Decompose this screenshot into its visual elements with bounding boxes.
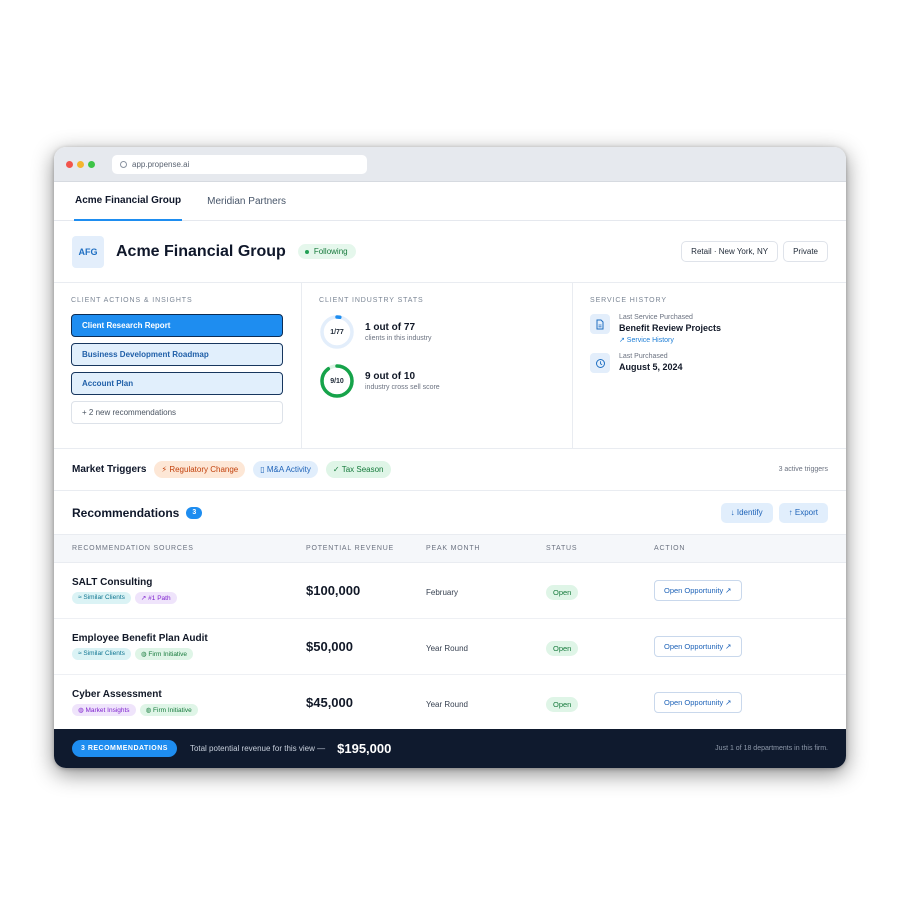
source-tag: ◍ Firm Initiative	[139, 704, 198, 716]
source-tag: ◍ Firm Initiative	[134, 648, 194, 660]
tab-meridian-partners[interactable]: Meridian Partners	[206, 182, 287, 221]
industry-client-stat: 1/77 1 out of 77 clients in this industr…	[319, 314, 555, 350]
ring-label: 1/77	[330, 328, 344, 336]
last-purchased-label: Last Purchased	[619, 353, 668, 360]
source-tag: ≈ Similar Clients	[72, 648, 131, 660]
table-row: Employee Benefit Plan Audit ≈ Similar Cl…	[54, 619, 846, 675]
table-row: SALT Consulting ≈ Similar Clients ↗ #1 P…	[54, 563, 846, 619]
stat-value: 9 out of 10	[365, 371, 416, 382]
industry-stats-section: CLIENT INDUSTRY STATS 1/77 1 out of 77 c…	[302, 283, 573, 448]
client-tabs: Acme Financial Group Meridian Partners	[54, 182, 846, 221]
ring-label: 9/10	[330, 377, 344, 385]
open-opportunity-button[interactable]: Open Opportunity ↗	[654, 580, 742, 601]
potential-revenue: $100,000	[306, 582, 361, 598]
insights-panel: CLIENT ACTIONS & INSIGHTS Client Researc…	[54, 283, 846, 449]
browser-window: app.propense.ai Acme Financial Group Mer…	[54, 147, 846, 768]
new-recommendations-button[interactable]: + 2 new recommendations	[71, 401, 283, 424]
last-service-value: Benefit Review Projects	[619, 323, 722, 333]
column-header-peak-month: PEAK MONTH	[426, 545, 481, 552]
recommendations-title: Recommendations	[72, 505, 180, 520]
status-dot-icon	[304, 249, 309, 254]
footer-summary-text: Total potential revenue for this view —	[189, 744, 326, 753]
location-chip[interactable]: Retail · New York, NY	[681, 241, 779, 262]
progress-ring: 1/77	[319, 314, 355, 350]
open-opportunity-button[interactable]: Open Opportunity ↗	[654, 692, 742, 713]
status-badge: Open	[546, 640, 579, 656]
market-triggers-title: Market Triggers	[72, 464, 147, 475]
source-tag: ◍ Market Insights	[72, 704, 136, 716]
address-bar[interactable]: app.propense.ai	[112, 154, 367, 174]
section-label: CLIENT ACTIONS & INSIGHTS	[71, 297, 193, 304]
document-icon	[590, 314, 610, 334]
company-header: AFG Acme Financial Group Following Retai…	[54, 221, 846, 283]
status-badge: Open	[546, 696, 579, 712]
total-revenue: $195,000	[337, 741, 392, 756]
recommendations-header: Recommendations 3 ↓ Identify ↑ Export	[54, 491, 846, 535]
close-window-dot[interactable]	[66, 160, 73, 168]
following-label: Following	[313, 247, 348, 256]
site-info-icon	[120, 160, 127, 168]
open-opportunity-button[interactable]: Open Opportunity ↗	[654, 636, 742, 657]
table-row: Cyber Assessment ◍ Market Insights ◍ Fir…	[54, 675, 846, 731]
summary-footer: 3 RECOMMENDATIONS Total potential revenu…	[54, 729, 846, 768]
recommendation-title: Cyber Assessment	[72, 689, 162, 700]
column-header-status: STATUS	[546, 545, 578, 552]
peak-month: Year Round	[426, 643, 468, 653]
trigger-regulatory-change[interactable]: ⚡ Regulatory Change	[154, 461, 246, 478]
column-header-sources: RECOMMENDATION SOURCES	[72, 545, 194, 552]
table-header: RECOMMENDATION SOURCES POTENTIAL REVENUE…	[54, 535, 846, 563]
last-service-item: Last Service Purchased Benefit Review Pr…	[590, 314, 829, 344]
trigger-tax-season[interactable]: ✓ Tax Season	[325, 461, 391, 478]
clock-icon	[590, 353, 610, 373]
business-development-roadmap-button[interactable]: Business Development Roadmap	[71, 343, 283, 366]
market-triggers-bar: Market Triggers ⚡ Regulatory Change ▯ M&…	[54, 449, 846, 491]
section-label: CLIENT INDUSTRY STATS	[319, 297, 424, 304]
stat-value: 1 out of 77	[365, 322, 416, 333]
browser-chrome: app.propense.ai	[54, 147, 846, 182]
maximize-window-dot[interactable]	[88, 160, 95, 168]
last-purchased-value: August 5, 2024	[619, 362, 683, 372]
account-plan-button[interactable]: Account Plan	[71, 372, 283, 395]
cross-sell-score-stat: 9/10 9 out of 10 industry cross sell sco…	[319, 363, 555, 399]
following-badge[interactable]: Following	[297, 244, 356, 259]
section-label: SERVICE HISTORY	[590, 297, 667, 304]
source-tag: ↗ #1 Path	[134, 592, 177, 604]
progress-ring: 9/10	[319, 363, 355, 399]
url-text: app.propense.ai	[132, 159, 190, 169]
peak-month: February	[426, 587, 459, 597]
column-header-revenue: POTENTIAL REVENUE	[306, 545, 395, 552]
recommendation-title: Employee Benefit Plan Audit	[72, 633, 208, 644]
last-service-label: Last Service Purchased	[619, 314, 693, 321]
potential-revenue: $50,000	[306, 638, 353, 654]
recommendations-count-badge: 3	[186, 506, 203, 519]
company-name: Acme Financial Group	[116, 242, 286, 260]
status-badge: Open	[546, 584, 579, 600]
client-research-report-button[interactable]: Client Research Report	[71, 314, 283, 337]
export-button[interactable]: ↑ Export	[778, 502, 828, 523]
company-type-chip[interactable]: Private	[783, 241, 828, 262]
stat-caption: clients in this industry	[365, 335, 432, 342]
minimize-window-dot[interactable]	[77, 160, 84, 168]
company-avatar: AFG	[72, 235, 104, 268]
recommendations-count-pill: 3 RECOMMENDATIONS	[72, 740, 177, 757]
department-note: Just 1 of 18 departments in this firm.	[715, 745, 828, 752]
potential-revenue: $45,000	[306, 694, 353, 710]
service-history-section: SERVICE HISTORY Last Service Purchased B…	[573, 283, 846, 448]
source-tag: ≈ Similar Clients	[72, 592, 131, 604]
active-triggers-count: 3 active triggers	[778, 466, 828, 473]
identify-button[interactable]: ↓ Identify	[720, 502, 773, 523]
stat-caption: industry cross sell score	[365, 384, 440, 391]
service-history-link[interactable]: ↗ Service History	[619, 336, 721, 344]
recommendation-title: SALT Consulting	[72, 577, 153, 588]
client-actions-section: CLIENT ACTIONS & INSIGHTS Client Researc…	[54, 283, 302, 448]
trigger-ma-activity[interactable]: ▯ M&A Activity	[253, 461, 318, 478]
column-header-action: ACTION	[654, 545, 686, 552]
last-purchased-item: Last Purchased August 5, 2024	[590, 353, 829, 373]
peak-month: Year Round	[426, 699, 468, 709]
tab-acme-financial-group[interactable]: Acme Financial Group	[74, 182, 183, 221]
